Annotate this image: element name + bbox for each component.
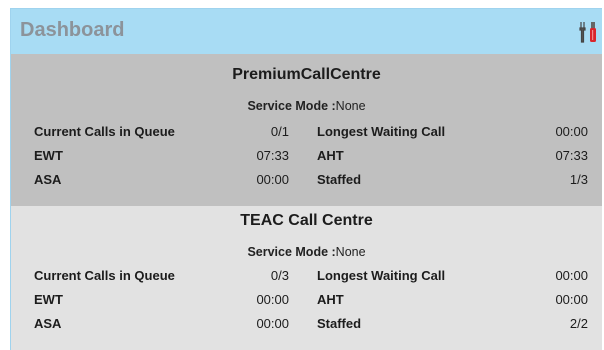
call-centre-premium: PremiumCallCentre Service Mode :None Cur… [11,54,602,206]
metric-value: 1/3 [569,172,588,187]
metric-value: 0/3 [270,268,289,283]
metric-value: 07:33 [256,148,289,163]
metrics-row: EWT 07:33 AHT 07:33 [11,148,602,164]
metric-label: Current Calls in Queue [34,124,175,139]
metrics-row: Current Calls in Queue 0/3 Longest Waiti… [11,268,602,284]
metric-label: AHT [317,292,344,307]
metric-label: Current Calls in Queue [34,268,175,283]
metric-value: 00:00 [256,172,289,187]
metric-label: ASA [34,316,62,331]
metric-label: ASA [34,172,62,187]
service-mode-label: Service Mode : [247,99,336,113]
call-centre-teac: TEAC Call Centre Service Mode :None Curr… [11,206,602,350]
metric-value: 0/1 [270,124,289,139]
metrics-row: Current Calls in Queue 0/1 Longest Waiti… [11,124,602,140]
metric-label: Longest Waiting Call [317,124,446,139]
centre-name: PremiumCallCentre [232,66,381,83]
metric-value: 00:00 [555,124,588,139]
metric-label: AHT [317,148,344,163]
metric-value: 00:00 [555,292,588,307]
service-mode-value: None [335,99,366,113]
centre-name: TEAC Call Centre [240,212,373,229]
metric-label: EWT [34,148,63,163]
service-mode-label: Service Mode : [247,245,336,259]
tools-icon[interactable] [578,20,600,44]
metrics-row: EWT 00:00 AHT 00:00 [11,292,602,308]
metric-label: Longest Waiting Call [317,268,446,283]
metrics-row: ASA 00:00 Staffed 2/2 [11,316,602,332]
metric-value: 07:33 [555,148,588,163]
metric-value: 2/2 [569,316,588,331]
service-mode: Service Mode :None [11,99,602,113]
metrics-row: ASA 00:00 Staffed 1/3 [11,172,602,188]
metric-value: 00:00 [555,268,588,283]
metric-value: 00:00 [256,316,289,331]
dashboard-title: Dashboard [20,19,125,41]
dashboard-panel: Dashboard PremiumCallCentre Service Mode… [10,8,602,350]
dashboard-header: Dashboard [11,9,602,54]
metric-value: 00:00 [256,292,289,307]
metric-label: Staffed [317,316,362,331]
service-mode: Service Mode :None [11,245,602,259]
metric-label: Staffed [317,172,362,187]
service-mode-value: None [335,245,366,259]
metric-label: EWT [34,292,63,307]
